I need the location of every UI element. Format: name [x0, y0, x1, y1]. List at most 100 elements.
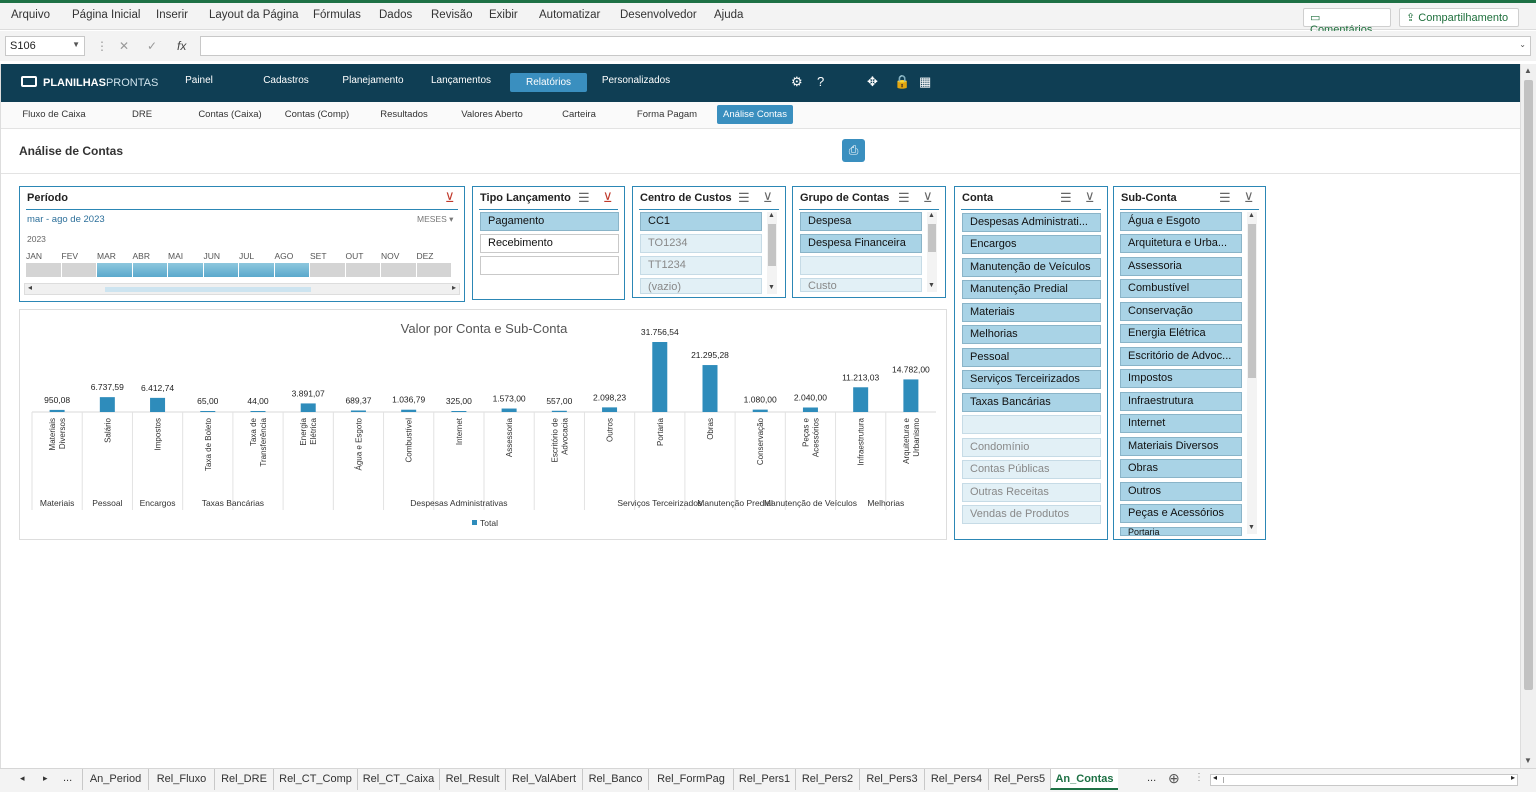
- scroll-up-icon[interactable]: ▲: [928, 212, 935, 219]
- scroll-up-icon[interactable]: ▲: [768, 212, 775, 219]
- print-button[interactable]: ⎙: [842, 139, 865, 162]
- slicer-item[interactable]: Pessoal: [962, 348, 1101, 367]
- clear-filter-icon[interactable]: ⊻: [445, 190, 455, 206]
- timeline-month-cell[interactable]: [310, 263, 346, 277]
- slicer-item[interactable]: Despesa Financeira: [800, 234, 922, 253]
- timeline-scrollbar[interactable]: ◂ ▸: [24, 283, 460, 295]
- scroll-up-icon[interactable]: ▲: [1248, 212, 1255, 219]
- slicer-item[interactable]: Combustível: [1120, 279, 1242, 298]
- sheet-tab[interactable]: An_Period: [82, 769, 148, 790]
- slicer-item[interactable]: Recebimento: [480, 234, 619, 253]
- function-icon[interactable]: fx: [177, 39, 186, 53]
- timeline-month-cell[interactable]: [274, 263, 310, 277]
- subnav-forma-pagam[interactable]: Forma Pagam: [633, 109, 701, 120]
- clear-filter-icon[interactable]: ⊻: [1085, 190, 1095, 206]
- timeline-month-cell[interactable]: [381, 263, 417, 277]
- slicer-item[interactable]: [800, 256, 922, 275]
- sheet-tab[interactable]: Rel_ValAbert: [505, 769, 582, 790]
- slicer-scrollbar[interactable]: ▲ ▼: [1247, 212, 1257, 534]
- subnav-carteira[interactable]: Carteira: [557, 109, 601, 120]
- subnav-analise-contas[interactable]: Análise Contas: [717, 105, 793, 124]
- slicer-item[interactable]: Conservação: [1120, 302, 1242, 321]
- scroll-thumb[interactable]: [1223, 777, 1503, 783]
- bar-chart[interactable]: Valor por Conta e Sub-Conta 950,08 Materia…: [19, 309, 947, 540]
- slicer-item[interactable]: Manutenção Predial: [962, 280, 1101, 299]
- scroll-thumb[interactable]: [928, 224, 936, 252]
- timeline-month-cell[interactable]: [168, 263, 204, 277]
- menu-arquivo[interactable]: Arquivo: [11, 9, 50, 21]
- slicer-item[interactable]: Despesas Administrati...: [962, 213, 1101, 232]
- menu-exibir[interactable]: Exibir: [489, 9, 518, 21]
- subnav-fluxo-caixa[interactable]: Fluxo de Caixa: [21, 109, 87, 120]
- slicer-item[interactable]: Escritório de Advoc...: [1120, 347, 1242, 366]
- scroll-right-icon[interactable]: ▸: [1511, 773, 1515, 782]
- sheet-tab[interactable]: Rel_Pers1: [733, 769, 795, 790]
- timeline-month-cell[interactable]: [61, 263, 97, 277]
- clear-filter-icon[interactable]: ⊻: [603, 190, 613, 206]
- slicer-item[interactable]: Assessoria: [1120, 257, 1242, 276]
- nav-planejamento[interactable]: Planejamento: [339, 75, 407, 86]
- nav-painel[interactable]: Painel: [177, 75, 221, 86]
- slicer-item[interactable]: Condomínio: [962, 438, 1101, 457]
- slicer-item[interactable]: Energia Elétrica: [1120, 324, 1242, 343]
- grid-icon[interactable]: ▦: [919, 74, 931, 90]
- sheet-tab[interactable]: Rel_Result: [439, 769, 505, 790]
- settings-icon[interactable]: ⚙: [791, 74, 803, 90]
- multi-select-icon[interactable]: ☰: [1219, 190, 1231, 206]
- comments-button[interactable]: ▭ Comentários: [1303, 8, 1391, 36]
- timeline-month-cell[interactable]: [26, 263, 62, 277]
- menu-formulas[interactable]: Fórmulas: [313, 9, 361, 21]
- slicer-item[interactable]: Encargos: [962, 235, 1101, 254]
- formula-input[interactable]: ⌄: [200, 36, 1531, 56]
- slicer-item[interactable]: Outros: [1120, 482, 1242, 501]
- slicer-item[interactable]: Materiais: [962, 303, 1101, 322]
- timeline-month-cell[interactable]: [97, 263, 133, 277]
- timeline-month-cell[interactable]: [239, 263, 275, 277]
- slicer-item[interactable]: CC1: [640, 212, 762, 231]
- scroll-thumb[interactable]: [1524, 80, 1533, 690]
- nav-personalizados[interactable]: Personalizados: [599, 75, 673, 86]
- slicer-item[interactable]: Custo: [800, 278, 922, 292]
- scroll-down-icon[interactable]: ▼: [768, 284, 775, 291]
- scroll-up-icon[interactable]: ▲: [1524, 66, 1532, 75]
- horizontal-scrollbar[interactable]: ◂ ▸: [1210, 773, 1518, 786]
- name-box[interactable]: S106 ▼: [5, 36, 85, 56]
- sheet-tab[interactable]: Rel_Banco: [582, 769, 648, 790]
- slicer-item[interactable]: Despesa: [800, 212, 922, 231]
- slicer-item[interactable]: Materiais Diversos: [1120, 437, 1242, 456]
- multi-select-icon[interactable]: ☰: [898, 190, 910, 206]
- scroll-down-icon[interactable]: ▼: [1524, 756, 1532, 765]
- help-icon[interactable]: ?: [817, 74, 824, 89]
- slicer-item[interactable]: Serviços Terceirizados: [962, 370, 1101, 389]
- scroll-down-icon[interactable]: ▼: [928, 282, 935, 289]
- slicer-item[interactable]: Água e Esgoto: [1120, 212, 1242, 231]
- scroll-thumb[interactable]: [768, 224, 776, 266]
- tab-more-left[interactable]: ...: [63, 772, 72, 784]
- clear-filter-icon[interactable]: ⊻: [1244, 190, 1254, 206]
- slicer-item[interactable]: Peças e Acessórios: [1120, 504, 1242, 523]
- scroll-thumb[interactable]: [1248, 224, 1256, 378]
- clear-filter-icon[interactable]: ⊻: [763, 190, 773, 206]
- sheet-tab[interactable]: Rel_CT_Caixa: [357, 769, 439, 790]
- slicer-scrollbar[interactable]: ▲ ▼: [767, 212, 777, 294]
- slicer-item[interactable]: Vendas de Produtos: [962, 505, 1101, 524]
- slicer-item[interactable]: Pagamento: [480, 212, 619, 231]
- slicer-item[interactable]: Outras Receitas: [962, 483, 1101, 502]
- menu-inserir[interactable]: Inserir: [156, 9, 188, 21]
- subnav-contas-comp[interactable]: Contas (Comp): [284, 109, 350, 120]
- slicer-item[interactable]: Melhorias: [962, 325, 1101, 344]
- slicer-item[interactable]: TO1234: [640, 234, 762, 253]
- menu-automatizar[interactable]: Automatizar: [539, 9, 600, 21]
- tab-next-icon[interactable]: ▸: [43, 773, 48, 784]
- scroll-down-icon[interactable]: ▼: [1248, 524, 1255, 531]
- scroll-thumb[interactable]: [105, 287, 311, 292]
- slicer-item[interactable]: Obras: [1120, 459, 1242, 478]
- sheet-tab[interactable]: Rel_Pers4: [924, 769, 988, 790]
- tab-prev-icon[interactable]: ◂: [20, 773, 25, 784]
- nav-lancamentos[interactable]: Lançamentos: [427, 75, 495, 86]
- period-unit-dropdown[interactable]: MESES ▾: [417, 214, 453, 225]
- slicer-item[interactable]: Infraestrutura: [1120, 392, 1242, 411]
- nav-cadastros[interactable]: Cadastros: [259, 75, 313, 86]
- menu-pagina-inicial[interactable]: Página Inicial: [72, 9, 140, 21]
- menu-revisao[interactable]: Revisão: [431, 9, 473, 21]
